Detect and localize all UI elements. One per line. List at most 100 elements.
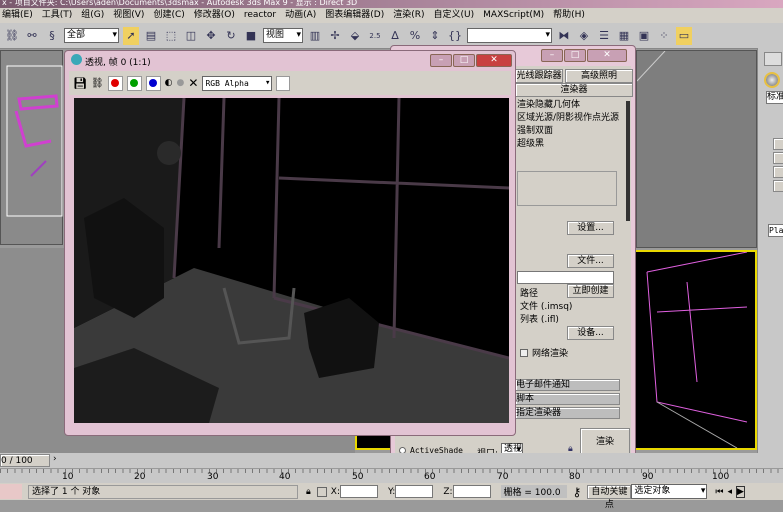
create-now-button[interactable]: 立即创建 — [567, 284, 614, 298]
move-icon[interactable]: ✥ — [203, 27, 219, 45]
object-name-field[interactable]: Plane — [768, 224, 783, 237]
select-by-name-icon[interactable]: ▤ — [143, 27, 159, 45]
close-button[interactable]: ✕ — [587, 49, 627, 62]
clone-icon[interactable]: ⛓ — [91, 78, 104, 89]
tab-raytracer[interactable]: 光线跟踪器 — [515, 69, 563, 83]
next-frame-icon[interactable]: › — [53, 454, 57, 464]
menu-rendering[interactable]: 渲染(R) — [393, 8, 424, 23]
color-swatch[interactable] — [276, 75, 291, 91]
menu-reactor[interactable]: reactor — [244, 8, 276, 23]
object-type-button[interactable] — [773, 180, 783, 192]
option-area-lights[interactable]: 区域光源/阴影视作点光源 — [517, 112, 619, 125]
spinner-snap-icon[interactable]: ⇕ — [427, 27, 443, 45]
key-filter-dropdown[interactable]: 选定对象 — [631, 484, 708, 499]
rollout-email[interactable]: 电子邮件通知 — [515, 379, 620, 391]
time-slider[interactable]: 0 / 100 › — [0, 453, 783, 468]
mirror-icon[interactable]: ⧓ — [556, 27, 572, 45]
minimize-button[interactable]: – — [541, 49, 563, 62]
minimize-button[interactable]: – — [430, 54, 452, 67]
maximize-button[interactable]: □ — [564, 49, 586, 62]
blue-channel-button[interactable] — [145, 75, 161, 91]
render-button[interactable]: 渲染 — [580, 428, 630, 456]
alpha-icon[interactable]: ● — [177, 78, 185, 88]
menu-edit[interactable]: 编辑(E) — [2, 8, 33, 23]
z-coord-field[interactable] — [452, 485, 491, 498]
selection-filter-dropdown[interactable]: 全部 — [64, 28, 119, 43]
render-scene-icon[interactable]: ▭ — [676, 26, 692, 45]
menu-modifiers[interactable]: 修改器(O) — [194, 8, 235, 23]
schematic-view-icon[interactable]: ▣ — [636, 27, 652, 45]
close-button[interactable]: ✕ — [476, 54, 512, 67]
create-tab-icon[interactable] — [764, 52, 782, 66]
option-super-black[interactable]: 超级黑 — [517, 138, 619, 151]
time-slider-thumb[interactable]: 0 / 100 — [0, 454, 50, 467]
play-icon[interactable]: ▶ — [735, 485, 745, 498]
menu-maxscript[interactable]: MAXScript(M) — [483, 8, 544, 23]
x-coord-field[interactable] — [340, 485, 378, 498]
viewport-left[interactable] — [636, 50, 757, 248]
menu-graph-editors[interactable]: 图表编辑器(D) — [325, 8, 384, 23]
y-coord-field[interactable] — [395, 485, 434, 498]
object-type-dropdown[interactable]: 标准 — [766, 91, 783, 104]
imsq-label[interactable]: 文件 (.imsq) — [520, 299, 572, 312]
channel-dropdown[interactable]: RGB Alpha — [202, 75, 273, 91]
viewport-top[interactable] — [0, 50, 63, 245]
scale-icon[interactable]: ■ — [243, 27, 259, 45]
rollout-scripts[interactable]: 脚本 — [515, 393, 620, 405]
angle-snap-icon[interactable]: ∆ — [387, 27, 403, 45]
unlink-icon[interactable]: ⚯ — [24, 27, 40, 45]
rect-selection-icon[interactable]: ⬚ — [163, 27, 179, 45]
named-selection-icon[interactable]: {} — [447, 27, 463, 45]
ifl-label[interactable]: 列表 (.ifl) — [520, 312, 559, 325]
green-channel-button[interactable] — [126, 75, 142, 91]
keyboard-shortcut-icon[interactable]: ⬙ — [347, 27, 363, 45]
devices-button[interactable]: 设备... — [567, 326, 614, 340]
geometry-icon[interactable] — [764, 72, 780, 88]
menu-group[interactable]: 组(G) — [81, 8, 104, 23]
snap-toggle-icon[interactable]: 2.5 — [367, 27, 383, 45]
window-crossing-icon[interactable]: ◫ — [183, 27, 199, 45]
manipulate-icon[interactable]: ✢ — [327, 27, 343, 45]
tab-advanced-lighting[interactable]: 高级照明 — [565, 69, 633, 83]
reference-coord-dropdown[interactable]: 视图 — [263, 28, 303, 43]
menu-tools[interactable]: 工具(T) — [42, 8, 73, 23]
object-type-button[interactable] — [773, 152, 783, 164]
menu-customize[interactable]: 自定义(U) — [434, 8, 475, 23]
checkbox[interactable] — [520, 348, 528, 357]
auto-key-button[interactable]: 自动关键点 — [587, 484, 632, 510]
menu-help[interactable]: 帮助(H) — [553, 8, 585, 23]
percent-snap-icon[interactable]: % — [407, 27, 423, 45]
tab-renderer[interactable]: 渲染器 — [515, 83, 633, 97]
monochrome-icon[interactable]: ◐ — [165, 78, 173, 88]
link-icon[interactable]: ⛓ — [4, 27, 20, 45]
menu-create[interactable]: 创建(C) — [153, 8, 184, 23]
go-to-start-icon[interactable]: ⏮ — [715, 487, 723, 497]
option-force-2sided[interactable]: 强制双面 — [517, 125, 619, 138]
object-type-button[interactable] — [773, 138, 783, 150]
key-icon[interactable]: ⚷ — [573, 485, 582, 499]
output-path-field[interactable] — [517, 271, 614, 284]
lock-selection-icon[interactable]: 🔒︎ — [306, 487, 311, 497]
object-type-button[interactable] — [773, 166, 783, 178]
curve-editor-icon[interactable]: ▦ — [616, 27, 632, 45]
material-editor-icon[interactable]: ⁘ — [656, 27, 672, 45]
pivot-icon[interactable]: ▥ — [307, 27, 323, 45]
scrollbar[interactable] — [626, 101, 630, 221]
clear-icon[interactable]: ✕ — [188, 76, 198, 90]
align-icon[interactable]: ◈ — [576, 27, 592, 45]
maximize-button[interactable]: □ — [453, 54, 475, 67]
bind-space-warp-icon[interactable]: § — [44, 27, 60, 45]
rotate-icon[interactable]: ↻ — [223, 27, 239, 45]
named-selection-dropdown[interactable] — [467, 28, 552, 43]
absolute-mode-icon[interactable] — [316, 486, 327, 497]
menu-animation[interactable]: 动画(A) — [285, 8, 316, 23]
select-arrow-icon[interactable]: ➚ — [123, 26, 139, 45]
rollout-assign-renderer[interactable]: 指定渲染器 — [515, 407, 620, 419]
menu-views[interactable]: 视图(V) — [113, 8, 144, 23]
net-render-checkbox[interactable]: 网络渲染 — [520, 346, 568, 359]
option-render-hidden[interactable]: 渲染隐藏几何体 — [517, 99, 619, 112]
maxscript-listener[interactable] — [0, 484, 22, 499]
files-button[interactable]: 文件... — [567, 254, 614, 268]
layer-manager-icon[interactable]: ☰ — [596, 27, 612, 45]
previous-frame-icon[interactable]: ◂ — [727, 487, 732, 497]
